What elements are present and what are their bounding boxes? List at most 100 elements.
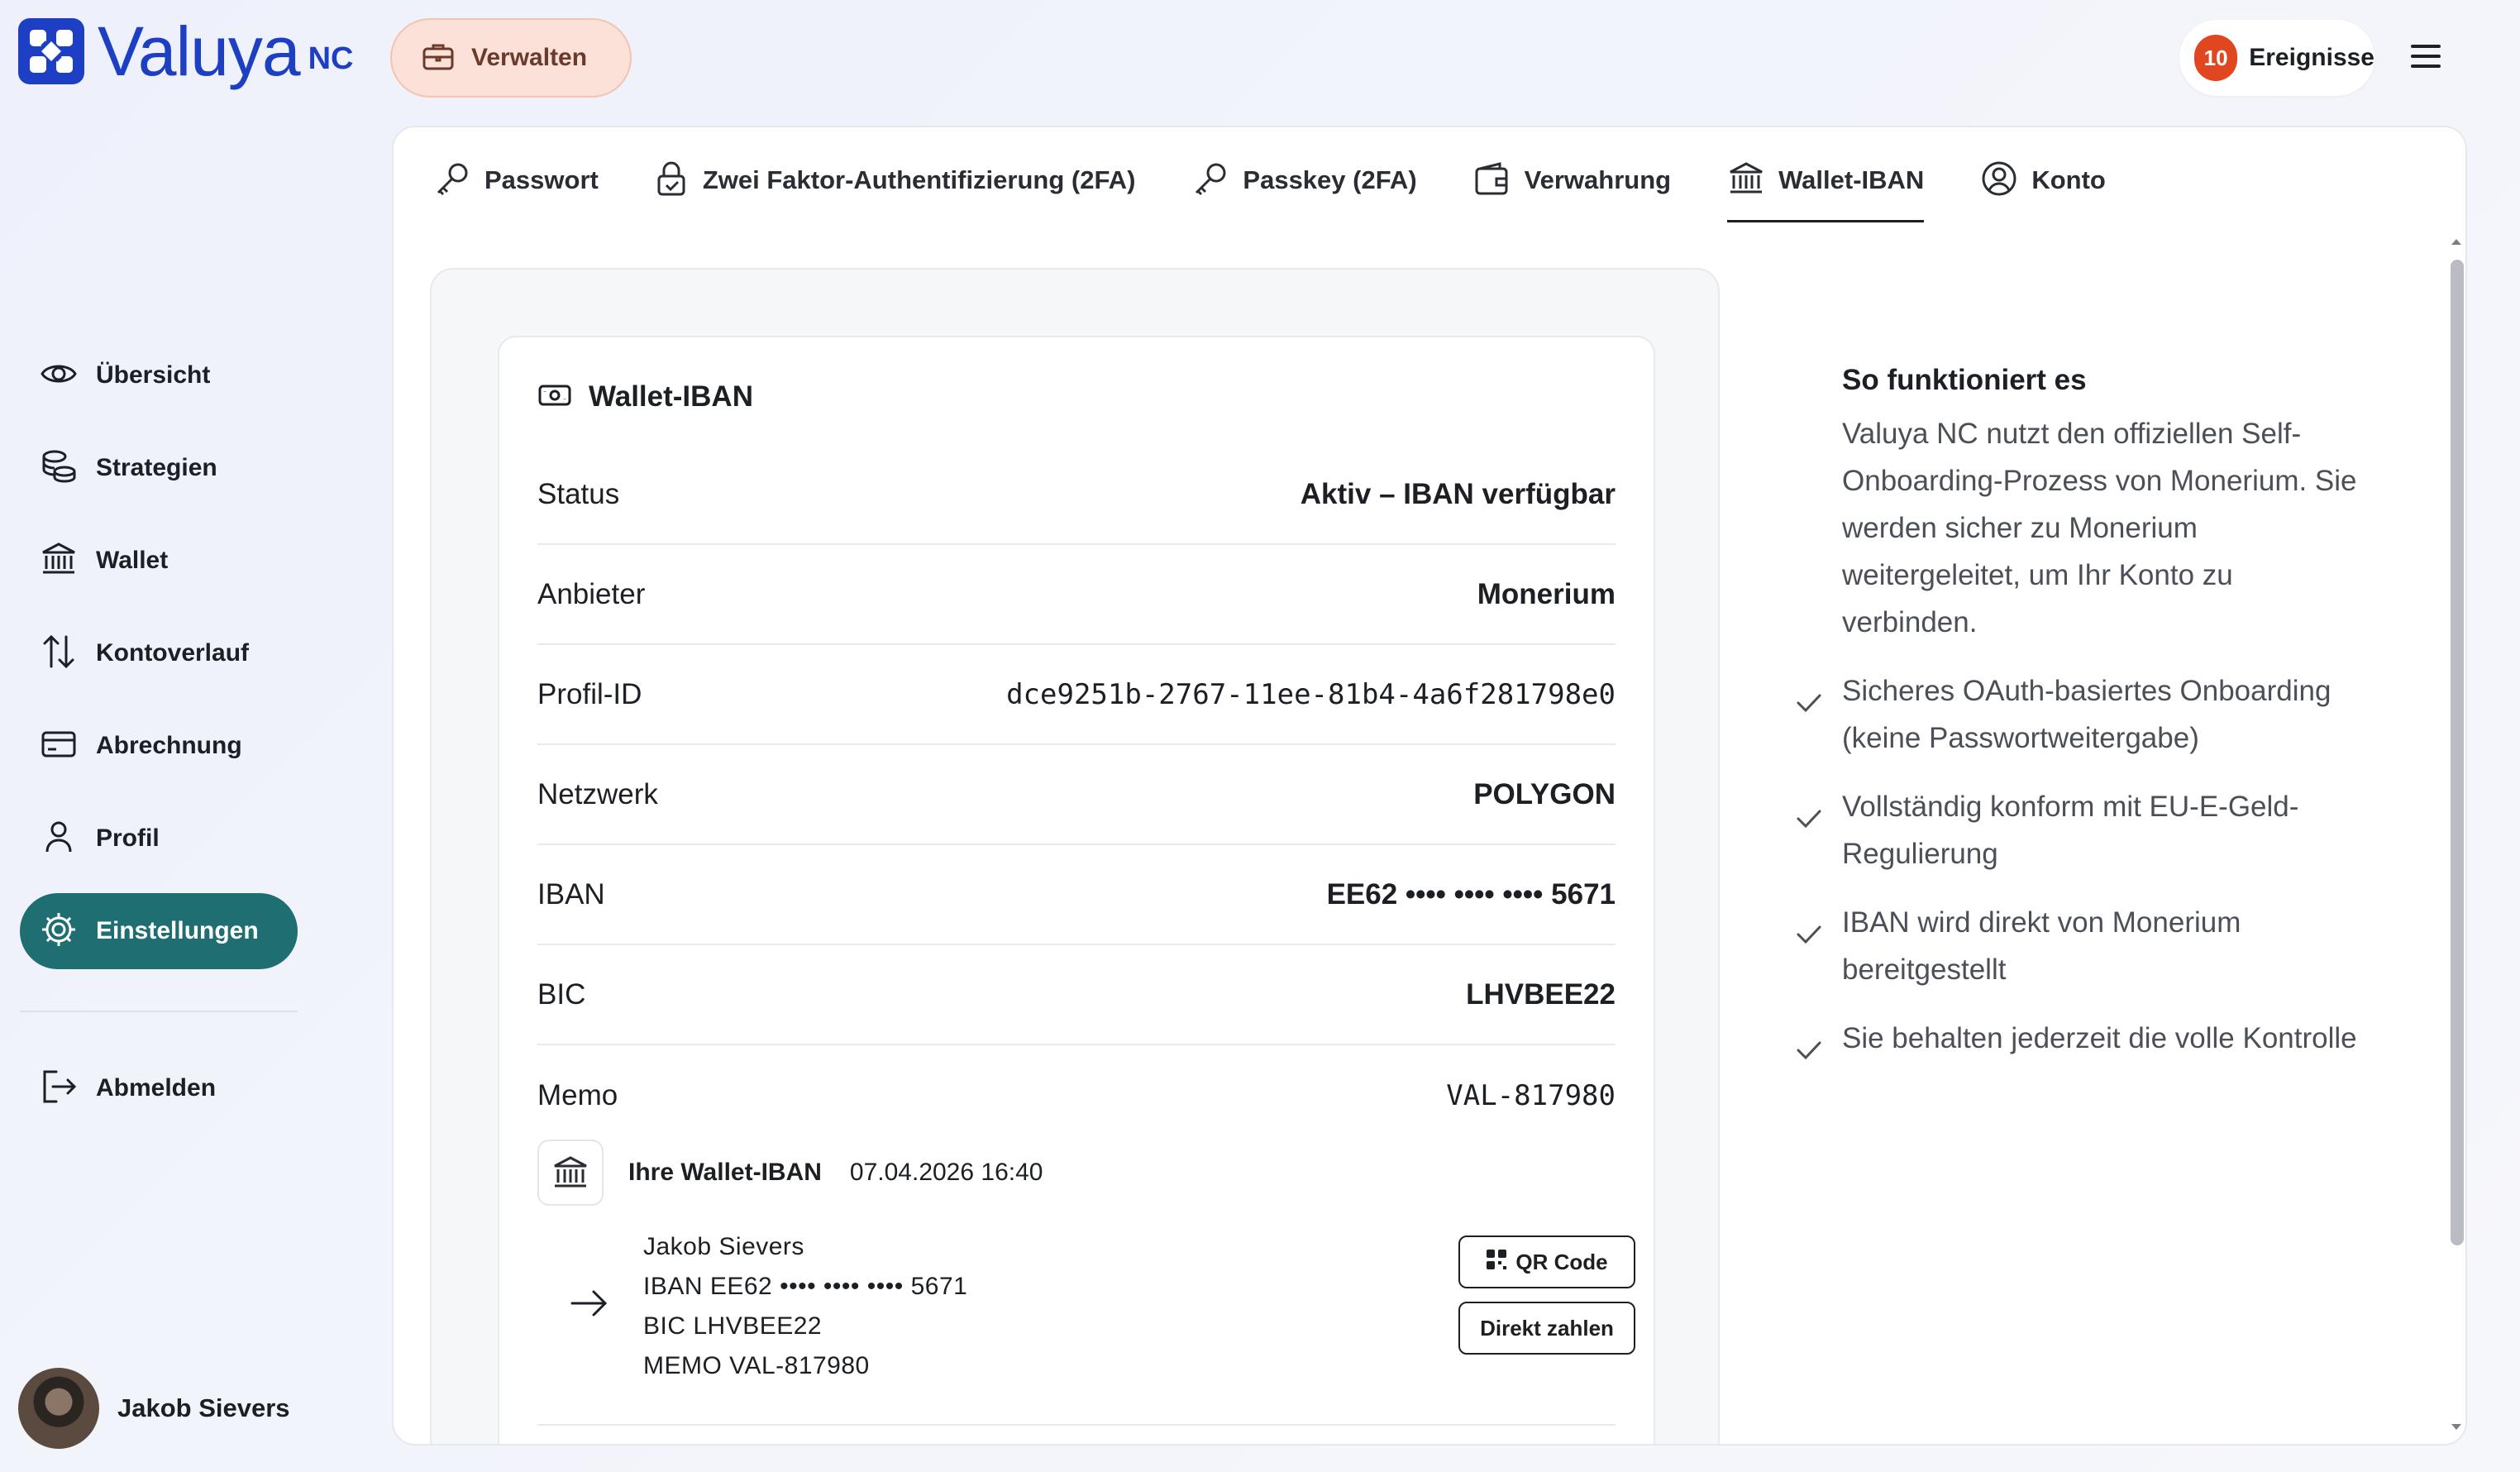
lock-icon [655,160,690,202]
how-point-text: Sie behalten jederzeit die volle Kontrol… [1842,1022,2357,1054]
detail-row-bic: BIC LHVBEE22 [537,945,1616,1045]
briefcase-icon [422,41,455,75]
detail-key: IBAN [537,877,605,910]
tab-label: Wallet-IBAN [1778,165,1925,194]
sidebar-item-history[interactable]: Kontoverlauf [20,615,298,691]
detail-key: Profil-ID [537,677,642,710]
cash-icon [537,382,572,413]
how-point-text: IBAN wird direkt von Monerium bereitgest… [1842,906,2241,986]
sidebar-item-label: Einstellungen [96,917,259,944]
detail-row-memo: Memo VAL-817980 [537,1045,1616,1145]
how-point-text: Sicheres OAuth-basiertes Onboarding (kei… [1842,675,2331,754]
transfer-date: 07.04.2026 16:40 [849,1159,1043,1186]
sidebar-item-label: Profil [96,824,160,852]
how-point: IBAN wird direkt von Monerium bereitgest… [1797,899,2371,993]
tab-wallet-iban[interactable]: Wallet-IBAN [1727,159,1925,222]
tab-password[interactable]: Passwort [433,159,599,202]
user-name: Jakob Sievers [117,1393,290,1422]
arrows-updown-icon [40,633,78,674]
qr-code-label: QR Code [1515,1249,1608,1274]
tab-2fa[interactable]: Zwei Faktor-Authentifizierung (2FA) [655,159,1135,202]
detail-value: LHVBEE22 [1466,977,1616,1011]
bank-icon [1727,160,1765,201]
key-icon [1191,160,1229,202]
events-label: Ereignisse [2249,44,2374,71]
detail-value: Monerium [1477,577,1616,610]
wallet-iban-section: Wallet-IBAN Status Aktiv – IBAN verfügba… [430,268,1720,1444]
transfer-body: Jakob Sievers IBAN EE62 •••• •••• •••• 5… [537,1227,1635,1426]
detail-row-iban: IBAN EE62 •••• •••• •••• 5671 [537,845,1616,945]
qr-code-icon [1486,1249,1507,1276]
how-point: Sicheres OAuth-basiertes Onboarding (kei… [1797,667,2371,762]
manage-label: Verwalten [471,44,588,71]
sidebar-item-settings[interactable]: Einstellungen [20,893,298,969]
sidebar-item-label: Kontoverlauf [96,639,250,667]
detail-row-network: Netzwerk POLYGON [537,745,1616,845]
logout-button[interactable]: Abmelden [20,1050,298,1126]
transfer-memo: MEMO VAL-817980 [643,1352,870,1379]
tab-custody[interactable]: Verwahrung [1473,159,1671,202]
qr-code-button[interactable]: QR Code [1458,1235,1635,1288]
tab-account[interactable]: Konto [1980,159,2106,202]
pay-direct-label: Direkt zahlen [1480,1315,1614,1341]
transfer-lines: Jakob Sievers IBAN EE62 •••• •••• •••• 5… [643,1227,967,1386]
gear-icon [40,910,78,953]
scrollbar-thumb[interactable] [2451,260,2464,1245]
logout-label: Abmelden [96,1074,217,1102]
sidebar-item-label: Übersicht [96,361,211,389]
how-point-text: Vollständig konform mit EU-E-Geld-Reguli… [1842,791,2299,870]
card-title: Wallet-IBAN [537,380,753,413]
tab-passkey[interactable]: Passkey (2FA) [1191,159,1417,202]
detail-row-profile-id: Profil-ID dce9251b-2767-11ee-81b4-4a6f28… [537,645,1616,745]
sidebar-item-label: Wallet [96,547,169,574]
sidebar-item-wallet[interactable]: Wallet [20,523,298,599]
how-points: Sicheres OAuth-basiertes Onboarding (kei… [1797,667,2371,1062]
tab-label: Verwahrung [1524,165,1672,194]
how-point: Sie behalten jederzeit die volle Kontrol… [1797,1015,2371,1062]
detail-key: Netzwerk [537,777,658,810]
detail-row-status: Status Aktiv – IBAN verfügbar [537,445,1616,545]
manage-button[interactable]: Verwalten [390,18,632,98]
pay-direct-button[interactable]: Direkt zahlen [1458,1302,1635,1355]
scrollbar[interactable] [2447,235,2465,1434]
how-title: So funktioniert es [1842,364,2087,396]
sidebar-item-billing[interactable]: Abrechnung [20,708,298,784]
events-count-badge: 10 [2194,35,2238,81]
wallet-icon [1473,160,1511,201]
tab-label: Passkey (2FA) [1243,165,1417,194]
brand-suffix: NC [308,41,354,76]
events-button[interactable]: 10 Ereignisse [2179,20,2374,96]
card-title-label: Wallet-IBAN [589,380,753,413]
check-icon [1796,1028,1822,1075]
detail-row-provider: Anbieter Monerium [537,545,1616,645]
how-point: Vollständig konform mit EU-E-Geld-Reguli… [1797,783,2371,877]
brand-logo[interactable]: Valuya NC [18,17,354,86]
how-it-works: So funktioniert es Valuya NC nutzt den o… [1797,364,2371,1083]
details-list: Status Aktiv – IBAN verfügbar Anbieter M… [537,445,1616,1145]
sidebar-divider [20,1011,298,1012]
sidebar-item-profile[interactable]: Profil [20,801,298,877]
detail-value: dce9251b-2767-11ee-81b4-4a6f281798e0 [1006,677,1616,711]
tab-label: Konto [2031,165,2106,194]
sidebar-item-strategies[interactable]: Strategien [20,430,298,506]
user-profile[interactable]: Jakob Sievers [18,1368,290,1449]
detail-key: Anbieter [537,577,646,610]
logo-icon [18,18,84,84]
avatar [18,1368,99,1449]
arrow-right-icon [569,1285,610,1326]
detail-value: EE62 •••• •••• •••• 5671 [1326,877,1616,910]
eye-icon [40,357,78,394]
scroll-up-icon[interactable] [2447,235,2465,248]
hamburger-menu-icon[interactable] [2403,33,2446,79]
card-icon [40,728,78,765]
bank-icon [537,1140,604,1206]
detail-key: BIC [537,977,586,1011]
settings-tabs: Passwort Zwei Faktor-Authentifizierung (… [433,159,2162,222]
sidebar-item-label: Strategien [96,454,217,481]
sidebar-item-overview[interactable]: Übersicht [20,337,298,413]
bank-icon [40,541,78,581]
transfer-header: Ihre Wallet-IBAN 07.04.2026 16:40 [537,1140,1616,1206]
scroll-down-icon[interactable] [2447,1421,2465,1434]
detail-value: VAL-817980 [1446,1078,1616,1112]
main-panel: Passwort Zwei Faktor-Authentifizierung (… [392,126,2467,1446]
